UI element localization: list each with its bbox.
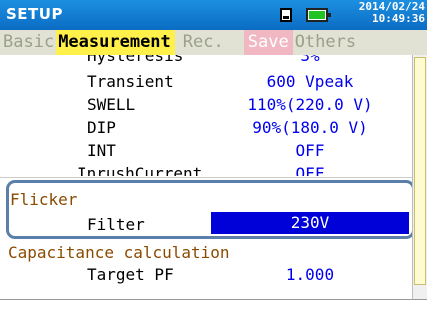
capacitance-section-title: Capacitance calculation [8,243,230,262]
battery-icon [306,8,331,22]
setting-row-inrush[interactable]: InrushCurrent OFF [0,164,412,176]
setting-row-swell[interactable]: SWELL 110%(220.0 V) [0,95,412,114]
clock: 2014/02/24 10:49:36 [333,1,425,25]
flicker-highlight-frame [6,180,415,239]
int-value: OFF [295,141,325,160]
sd-card-icon [280,8,292,22]
transient-value: 600 Vpeak [266,72,354,91]
dip-label: DIP [87,118,116,137]
target-pf-label: Target PF [87,265,174,284]
time-display: 10:49:36 [372,12,425,25]
tab-bar: Basic Measurement Rec. Save Others [0,30,427,55]
swell-value: 110%(220.0 V) [247,95,373,114]
hysteresis-label: Hysteresis [87,55,184,65]
target-pf-value: 1.000 [285,265,335,284]
inrush-value: OFF [295,164,325,176]
setting-row-dip[interactable]: DIP 90%(180.0 V) [0,118,412,137]
inrush-label: InrushCurrent [77,164,203,176]
scrollbar[interactable] [412,55,427,300]
int-label: INT [87,141,116,160]
screen-title: SETUP [6,5,63,23]
dip-value: 90%(180.0 V) [252,118,368,137]
setting-row-transient[interactable]: Transient 600 Vpeak [0,72,412,91]
tab-others[interactable]: Others [293,30,358,55]
settings-list: Hysteresis 3% Transient 600 Vpeak SWELL … [0,55,412,300]
tab-rec[interactable]: Rec. [181,30,226,55]
transient-label: Transient [87,72,174,91]
scroll-thumb[interactable] [414,57,426,285]
setting-row-int[interactable]: INT OFF [0,141,412,160]
bottom-divider [0,299,427,300]
tab-basic[interactable]: Basic [0,30,56,55]
tab-measurement[interactable]: Measurement [56,30,175,55]
hysteresis-value: 3% [300,55,320,65]
setting-row-target-pf[interactable]: Target PF 1.000 [0,265,412,284]
tab-save[interactable]: Save [243,30,293,55]
setting-row-hysteresis[interactable]: Hysteresis 3% [0,55,412,65]
divider [0,177,412,178]
title-bar: SETUP 2014/02/24 10:49:36 [0,0,427,30]
swell-label: SWELL [87,95,136,114]
